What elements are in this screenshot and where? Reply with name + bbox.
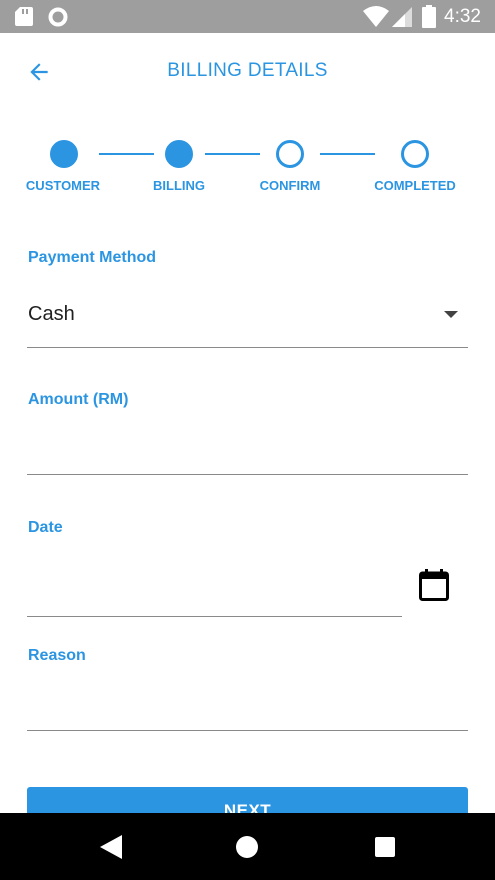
wifi-icon [363, 6, 389, 27]
step-connector [205, 153, 260, 155]
step-confirm-label: CONFIRM [259, 178, 321, 193]
progress-stepper: CUSTOMER BILLING CONFIRM COMPLETED [0, 135, 495, 205]
date-input[interactable] [27, 580, 402, 614]
payment-method-value: Cash [28, 303, 75, 325]
step-confirm-indicator [276, 140, 304, 168]
date-label: Date [28, 519, 63, 536]
sd-card-icon [15, 7, 33, 26]
reason-input[interactable] [27, 694, 468, 728]
system-nav-bar [0, 813, 495, 880]
step-completed-label: COMPLETED [374, 178, 456, 193]
page-title: BILLING DETAILS [167, 60, 328, 81]
amount-underline [27, 474, 468, 475]
signal-icon [392, 7, 412, 27]
step-completed-indicator [401, 140, 429, 168]
chevron-down-icon[interactable] [444, 311, 458, 318]
status-time: 4:32 [444, 6, 481, 27]
amount-label: Amount (RM) [28, 391, 129, 408]
step-billing-label: BILLING [153, 178, 205, 193]
battery-icon [422, 5, 436, 28]
circle-icon [48, 7, 68, 27]
step-customer-indicator [50, 140, 78, 168]
status-bar: 4:32 [0, 0, 495, 33]
payment-method-underline [27, 347, 468, 348]
payment-method-label: Payment Method [28, 249, 157, 266]
step-connector [320, 153, 375, 155]
reason-label: Reason [28, 647, 86, 664]
recents-square-icon[interactable] [375, 837, 395, 857]
step-connector [99, 153, 154, 155]
date-underline [27, 616, 402, 617]
calendar-icon[interactable] [419, 569, 449, 601]
payment-method-select[interactable] [27, 290, 468, 348]
reason-underline [27, 730, 468, 731]
step-customer-label: CUSTOMER [25, 178, 101, 193]
amount-input[interactable] [27, 438, 468, 472]
step-billing-indicator [165, 140, 193, 168]
home-circle-icon[interactable] [236, 836, 258, 858]
back-triangle-icon[interactable] [100, 835, 122, 859]
app-bar: BILLING DETAILS [0, 33, 495, 111]
